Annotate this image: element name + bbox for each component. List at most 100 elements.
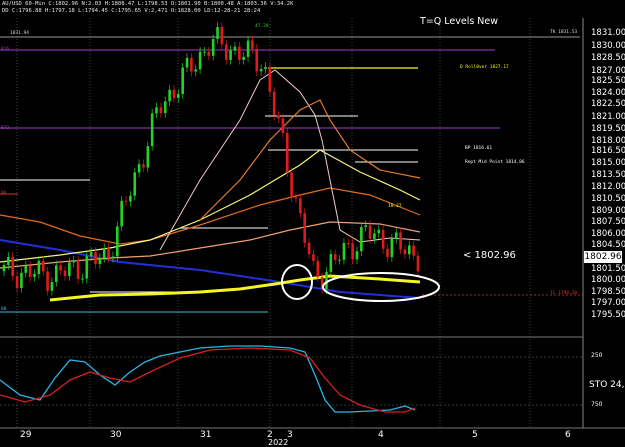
price-tick: 1801.50: [591, 264, 625, 274]
down-candle: [63, 270, 67, 277]
down-candle: [303, 213, 306, 243]
down-candle: [346, 243, 350, 245]
price-tick: 1821.00: [591, 112, 625, 122]
down-candle: [285, 132, 289, 173]
up-candle: [229, 50, 232, 60]
up-candle: [155, 107, 158, 114]
down-candle: [386, 248, 389, 258]
up-candle: [24, 265, 28, 273]
down-candle: [28, 265, 32, 277]
up-candle: [2, 265, 6, 272]
down-candle: [299, 198, 302, 214]
down-candle: [94, 251, 97, 264]
time-tick: 6: [565, 430, 571, 440]
up-candle: [54, 265, 58, 283]
down-candle: [59, 265, 62, 271]
down-candle: [307, 242, 311, 255]
down-candle: [159, 107, 163, 114]
down-candle: [220, 27, 224, 45]
time-tick: 30: [110, 430, 122, 440]
level-label-top-left: 1831.94: [10, 31, 29, 36]
up-candle: [203, 51, 206, 53]
price-tick: 1815.00: [591, 158, 625, 168]
down-candle: [416, 255, 420, 272]
up-candle: [342, 243, 346, 260]
down-candle: [76, 260, 80, 279]
price-tick: 1795.50: [591, 310, 625, 320]
level-label-top-right: TK 1831.53: [550, 30, 578, 35]
up-candle: [360, 226, 363, 252]
up-candle: [264, 66, 267, 69]
price-tick: 1825.50: [591, 76, 625, 86]
down-candle: [251, 40, 254, 49]
level-label-left-3: 86: [1, 191, 7, 196]
up-candle: [394, 232, 398, 239]
up-candle: [233, 46, 237, 51]
up-candle: [211, 38, 215, 56]
up-candle: [177, 94, 180, 98]
level-label-left-2: 872: [1, 126, 10, 131]
up-candle: [81, 278, 84, 280]
level-label-peak: 47.28: [255, 24, 269, 29]
up-candle: [168, 89, 171, 102]
up-candle: [373, 233, 376, 239]
down-candle: [316, 260, 320, 278]
up-candle: [7, 256, 10, 266]
down-candle: [268, 66, 272, 92]
current-price-box: 1802.96: [584, 251, 622, 263]
up-candle: [242, 56, 245, 60]
down-candle: [207, 51, 211, 56]
level-label-tl: TL 1798.20: [550, 291, 578, 296]
price-chart[interactable]: [0, 0, 625, 447]
up-candle: [120, 200, 123, 227]
down-candle: [368, 225, 372, 239]
time-tick: 31: [200, 430, 212, 440]
up-candle: [89, 251, 93, 257]
up-candle: [246, 40, 250, 57]
down-candle: [272, 91, 276, 116]
up-candle: [146, 146, 150, 168]
up-candle: [185, 57, 189, 68]
level-label-left-4: 00: [1, 307, 7, 312]
level-label-rollover: D Roll0ver 1827.17: [460, 65, 509, 70]
price-tick: 1810.50: [591, 194, 625, 204]
up-candle: [390, 238, 394, 258]
up-candle: [37, 260, 41, 275]
down-candle: [41, 260, 45, 272]
price-tick: 1819.50: [591, 124, 625, 134]
price-tick: 1809.00: [591, 206, 625, 216]
level-label-mid-point: Rept Mid Point 1814.86: [465, 160, 525, 165]
up-candle: [102, 247, 106, 259]
price-tick: 1812.00: [591, 182, 625, 192]
sto-tick: 750: [591, 401, 603, 408]
down-candle: [172, 89, 176, 98]
down-candle: [277, 115, 280, 119]
down-candle: [255, 48, 259, 72]
time-tick: 29: [20, 430, 32, 440]
up-candle: [33, 274, 36, 277]
price-tick: 1797.00: [591, 298, 625, 308]
up-candle: [133, 172, 137, 196]
down-candle: [399, 232, 402, 250]
price-tick: 1798.50: [591, 287, 625, 297]
time-tick: 4: [378, 430, 384, 440]
up-candle: [163, 101, 167, 114]
price-tick: 1824.00: [591, 88, 625, 98]
price-tick: 1807.50: [591, 217, 625, 227]
time-tick: 5: [472, 430, 478, 440]
down-candle: [11, 256, 15, 277]
chart-title: T=Q Levels New: [420, 16, 499, 27]
current-price-label: < 1802.96: [463, 250, 516, 261]
time-axis-year: 2022: [268, 438, 289, 447]
price-tick: 1830.00: [591, 41, 625, 51]
level-label-bp: BP 1816.61: [465, 146, 493, 151]
up-candle: [68, 262, 71, 277]
price-tick: 1804.50: [591, 240, 625, 250]
up-candle: [72, 260, 76, 263]
up-candle: [338, 259, 341, 261]
down-candle: [224, 44, 228, 60]
up-candle: [137, 164, 141, 173]
up-candle: [98, 258, 102, 264]
up-candle: [194, 69, 198, 72]
down-candle: [290, 172, 293, 198]
